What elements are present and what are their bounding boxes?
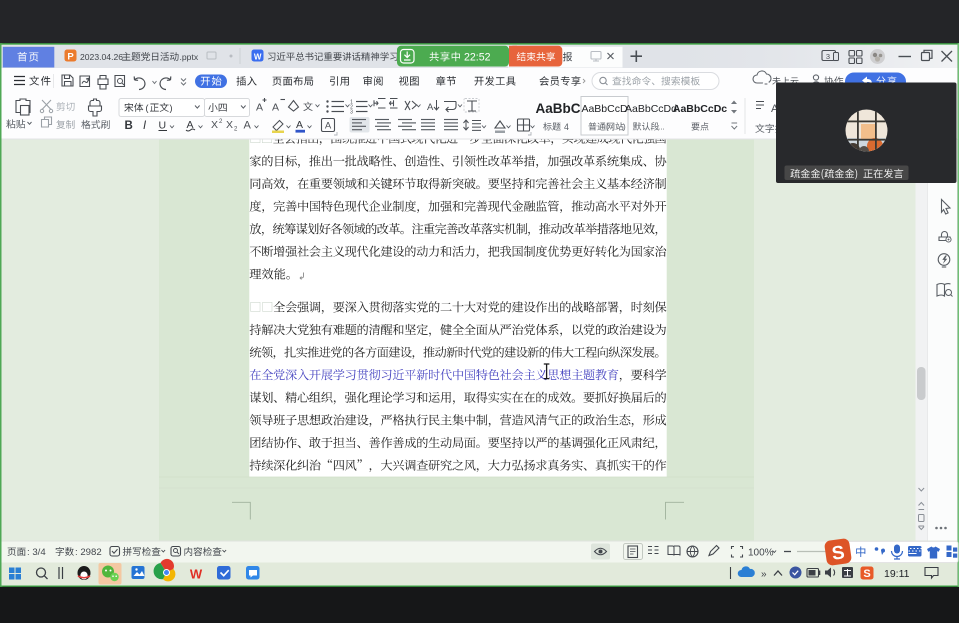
- svg-text:: 2982: : 2982: [75, 547, 102, 558]
- svg-text:A: A: [296, 119, 303, 131]
- svg-text:A: A: [256, 102, 263, 114]
- svg-text:4: 4: [564, 122, 569, 132]
- svg-text:X: X: [211, 119, 218, 131]
- svg-text:(: (: [146, 103, 149, 113]
- svg-text:X: X: [226, 119, 233, 131]
- svg-text:2023.04.26: 2023.04.26: [80, 52, 123, 62]
- svg-text:A: A: [325, 121, 332, 132]
- svg-text:B: B: [125, 120, 133, 132]
- svg-text:AaBbCcDd: AaBbCcDd: [625, 103, 677, 115]
- svg-text:): ): [170, 103, 173, 113]
- svg-text:P: P: [67, 52, 74, 63]
- svg-text:AaBbC: AaBbC: [535, 101, 580, 116]
- svg-text:3: 3: [350, 110, 353, 116]
- svg-text:U: U: [159, 120, 167, 132]
- svg-text:AaBbCcDc: AaBbCcDc: [673, 103, 727, 115]
- svg-text:S: S: [863, 568, 870, 580]
- svg-text:W: W: [254, 52, 262, 61]
- svg-text:W: W: [190, 567, 203, 582]
- svg-text:A: A: [427, 102, 434, 113]
- svg-text:AaBbCcD: AaBbCcD: [581, 103, 628, 115]
- svg-text:): ): [623, 123, 626, 132]
- svg-text:: 3/4: : 3/4: [27, 547, 46, 558]
- svg-text:»: »: [761, 569, 767, 580]
- svg-text:3: 3: [826, 52, 830, 61]
- svg-text:(: (: [606, 123, 609, 132]
- svg-text:19:11: 19:11: [884, 568, 910, 580]
- svg-text:22:52: 22:52: [464, 51, 491, 63]
- svg-text:100%: 100%: [748, 548, 774, 559]
- svg-text:...: ...: [658, 123, 665, 132]
- svg-text:.pptx: .pptx: [180, 52, 199, 62]
- svg-text:A: A: [244, 120, 252, 132]
- svg-text:A: A: [272, 102, 279, 114]
